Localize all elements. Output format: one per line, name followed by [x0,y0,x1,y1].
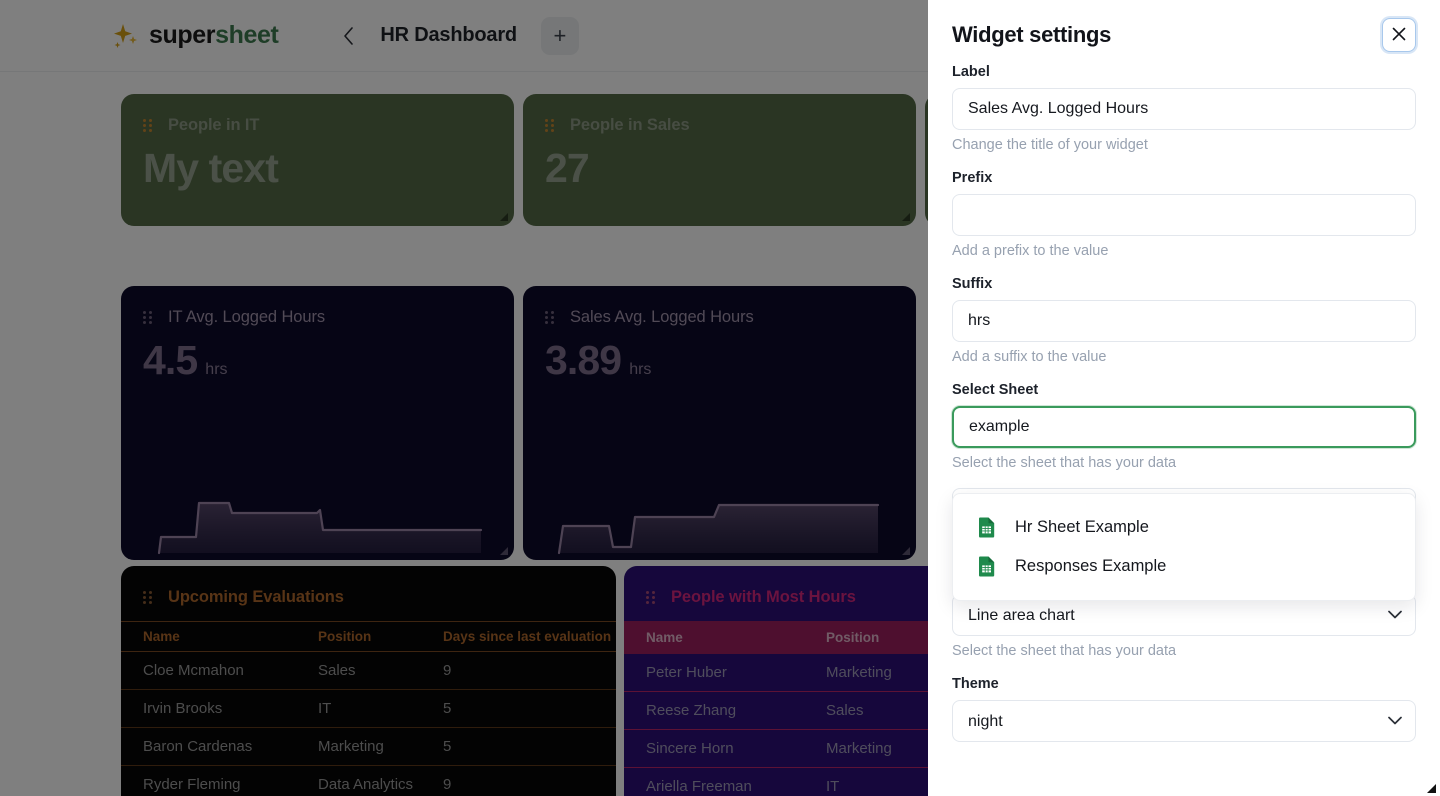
sheet-option-label: Hr Sheet Example [1015,518,1149,536]
field-theme-group: Theme night [952,676,1416,742]
window-resize-handle-icon[interactable] [1424,781,1436,793]
label-input[interactable] [952,88,1416,130]
panel-header: Widget settings [952,0,1416,64]
suffix-input[interactable] [952,300,1416,342]
select-sheet-field-label: Select Sheet [952,382,1039,398]
chart-field-hint: Select the sheet that has your data [952,643,1177,659]
sheet-option-responses-example[interactable]: Responses Example [953,547,1415,586]
field-prefix-group: Prefix Add a prefix to the value [952,170,1416,259]
prefix-field-hint: Add a prefix to the value [952,243,1109,259]
label-field-label: Label [952,64,990,80]
select-sheet-field-hint: Select the sheet that has your data [952,455,1177,471]
select-sheet-input[interactable] [952,406,1416,448]
suffix-field-label: Suffix [952,276,993,292]
field-suffix-group: Suffix Add a suffix to the value [952,276,1416,365]
prefix-field-label: Prefix [952,170,993,186]
field-select-sheet-group: Select Sheet Select the sheet that has y… [952,382,1416,471]
close-icon [1392,27,1406,44]
theme-field-label: Theme [952,676,999,692]
theme-select[interactable]: night [952,700,1416,742]
panel-title: Widget settings [952,22,1112,47]
widget-settings-panel: Widget settings Label Change the title o… [928,0,1440,796]
suffix-field-hint: Add a suffix to the value [952,349,1107,365]
google-sheets-icon [978,517,995,538]
field-label-group: Label Change the title of your widget [952,64,1416,153]
sheet-autocomplete-dropdown[interactable]: Hr Sheet Example Responses Example [952,493,1416,601]
close-button[interactable] [1382,18,1416,52]
label-field-hint: Change the title of your widget [952,137,1148,153]
sheet-option-hr-sheet-example[interactable]: Hr Sheet Example [953,508,1415,547]
prefix-input[interactable] [952,194,1416,236]
sheet-option-label: Responses Example [1015,557,1167,575]
theme-select-wrap: night [952,700,1416,742]
google-sheets-icon [978,556,995,577]
